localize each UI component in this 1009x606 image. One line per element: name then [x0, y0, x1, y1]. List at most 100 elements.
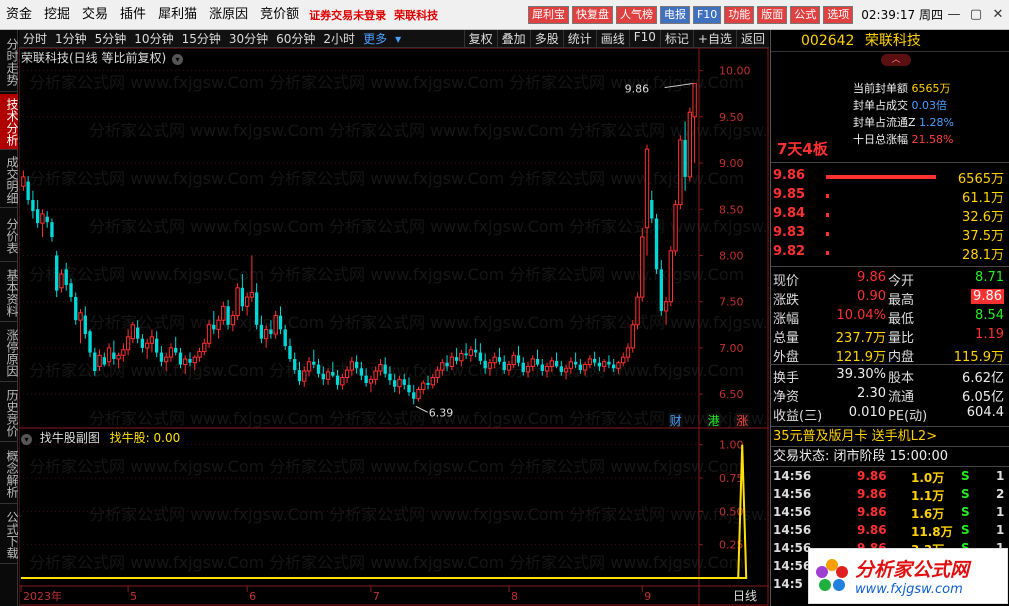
close-icon[interactable]: ✕ — [987, 7, 1009, 22]
fund-row: 净资 2.30 流通 6.05亿 — [771, 386, 1009, 405]
period-tab-7[interactable]: 2小时 — [319, 30, 359, 47]
bid-row[interactable]: 9.85 61.1万 — [771, 187, 1009, 206]
watermark-text: 分析家公式网 www.fxjgsw.Com — [329, 313, 564, 332]
left-tab-0[interactable]: 分时走势 — [0, 32, 18, 92]
maximize-icon[interactable]: ▢ — [965, 7, 987, 22]
candle — [630, 320, 635, 353]
chart-tool-7[interactable]: +自选 — [692, 30, 736, 47]
candle-body — [168, 347, 174, 358]
left-tab-1[interactable]: 技术分析 — [0, 94, 18, 150]
tool-button-5[interactable]: 功能 — [724, 5, 755, 24]
tool-button-2[interactable]: 人气榜 — [615, 5, 657, 24]
candle — [678, 135, 683, 210]
left-tab-6[interactable]: 历史竞价 — [0, 384, 18, 442]
kline-chart[interactable]: 分析家公式网 www.fxjgsw.Com 分析家公式网 www.fxjgsw.C… — [18, 47, 804, 606]
quote-label: 总量 — [773, 331, 800, 346]
chart-tool-8[interactable]: 返回 — [735, 30, 769, 47]
tool-button-4[interactable]: F10 — [692, 5, 722, 24]
sub-chart-chevron-icon[interactable]: ▾ — [21, 434, 32, 445]
chart-tool-4[interactable]: 画线 — [595, 30, 629, 47]
candle — [50, 218, 54, 242]
event-marker-1[interactable]: 港 — [706, 413, 721, 428]
divider — [771, 446, 1009, 447]
candle-body — [93, 352, 97, 372]
bid-row[interactable]: 9.82 28.1万 — [771, 244, 1009, 263]
login-status-warning[interactable]: 证券交易未登录 — [305, 7, 390, 23]
chart-title-text: 荣联科技(日线 等比前复权) — [21, 51, 167, 65]
menu-item-plugin[interactable]: 插件 — [114, 0, 152, 30]
period-tab-6[interactable]: 60分钟 — [272, 30, 319, 47]
sub-chart-name: 找牛股副图 — [39, 431, 100, 445]
sealed-label: 当前封单额 — [853, 82, 908, 95]
quote-label: 现价 — [773, 274, 800, 289]
tool-button-6[interactable]: 版面 — [757, 5, 788, 24]
tool-button-3[interactable]: 电报 — [659, 5, 690, 24]
candle — [468, 346, 474, 362]
chart-tool-6[interactable]: 标记 — [659, 30, 693, 47]
x-tick-label: 6 — [249, 590, 256, 603]
event-marker-2[interactable]: 涨 — [735, 413, 750, 428]
current-stock-name: 荣联科技 — [394, 8, 439, 22]
promo-link[interactable]: 35元普及版月卡 送手机L2> — [771, 428, 1009, 445]
candle-body — [397, 378, 402, 388]
watermark-text: 分析家公式网 www.fxjgsw.Com — [509, 265, 744, 284]
minimize-icon[interactable]: — — [943, 7, 965, 22]
chart-tool-5[interactable]: F10 — [628, 30, 660, 47]
tool-button-1[interactable]: 快复盘 — [571, 5, 613, 24]
candle-body — [540, 364, 544, 372]
menu-item-trade[interactable]: 交易 — [76, 0, 114, 30]
tool-button-0[interactable]: 犀利宝 — [527, 5, 569, 24]
quote-label: 最低 — [888, 312, 915, 327]
period-tab-5[interactable]: 30分钟 — [225, 30, 272, 47]
more-periods-button[interactable]: 更多 — [359, 30, 391, 47]
flower-logo-icon — [816, 559, 848, 591]
chart-tool-3[interactable]: 统计 — [562, 30, 596, 47]
period-tab-4[interactable]: 15分钟 — [178, 30, 225, 47]
period-tab-0[interactable]: 分时 — [19, 30, 51, 47]
quote-value: 9.86 — [971, 289, 1004, 304]
left-tab-4[interactable]: 基本资料 — [0, 264, 18, 322]
more-chevron-icon[interactable]: ▾ — [391, 32, 405, 46]
left-tab-2[interactable]: 成交明细 — [0, 152, 18, 208]
left-tab-3[interactable]: 分价表 — [0, 210, 18, 262]
app-window: 资金 挖掘 交易 插件 犀利猫 涨原因 竞价额 证券交易未登录 荣联科技 犀利宝… — [0, 0, 1009, 606]
candle-body — [69, 283, 73, 298]
expand-up-icon[interactable]: ︿ — [881, 54, 911, 66]
bid-row[interactable]: 9.86 6565万 — [771, 168, 1009, 187]
period-tab-1[interactable]: 1分钟 — [51, 30, 91, 47]
sealed-line-2: 封单占流通Z 1.28% — [853, 114, 954, 130]
period-tab-3[interactable]: 10分钟 — [130, 30, 177, 47]
chart-title-chevron-icon[interactable]: ▾ — [172, 54, 184, 65]
left-tab-7[interactable]: 概念解析 — [0, 444, 18, 504]
menu-item-xilimao[interactable]: 犀利猫 — [152, 0, 203, 30]
quote-row: 现价 9.86 今开 8.71 — [771, 270, 1009, 289]
candle — [83, 306, 87, 339]
stock-header: 002642 荣联科技 — [771, 30, 1009, 52]
period-label: 日线 — [732, 589, 757, 603]
tick-n: 1 — [996, 523, 1005, 537]
tool-button-7[interactable]: 公式 — [790, 5, 821, 24]
candle — [464, 343, 468, 359]
period-tab-2[interactable]: 5分钟 — [91, 30, 131, 47]
menu-item-limit-reason[interactable]: 涨原因 — [203, 0, 254, 30]
watermark-text: 分析家公式网 www.fxjgsw.Com — [269, 73, 504, 92]
bid-price: 9.85 — [773, 187, 806, 202]
menu-item-auction-amount[interactable]: 竞价额 — [254, 0, 305, 30]
chart-tool-1[interactable]: 叠加 — [496, 30, 530, 47]
sub-y-tick-label: 1.00 — [719, 439, 744, 452]
tool-button-8[interactable]: 选项 — [823, 5, 854, 24]
tick-time: 14:56 — [773, 559, 812, 573]
bid-row[interactable]: 9.84 32.6万 — [771, 206, 1009, 225]
candle — [130, 322, 136, 344]
left-tab-5[interactable]: 涨停原因 — [0, 324, 18, 382]
menu-item-funds[interactable]: 资金 — [0, 0, 38, 30]
event-marker-0[interactable]: 财 — [668, 413, 683, 428]
chart-area[interactable]: 荣联科技(日线 等比前复权) ▾ ▾ 找牛股副图 找牛股: 0.00 分析家公式… — [18, 47, 804, 606]
quote-value: 115.9万 — [953, 350, 1004, 365]
chart-tool-2[interactable]: 多股 — [529, 30, 563, 47]
left-tab-8[interactable]: 公式下载 — [0, 506, 18, 564]
bid-row[interactable]: 9.83 37.5万 — [771, 225, 1009, 244]
chart-tool-0[interactable]: 复权 — [463, 30, 497, 47]
candle-body — [235, 287, 240, 317]
menu-item-dig[interactable]: 挖掘 — [38, 0, 76, 30]
